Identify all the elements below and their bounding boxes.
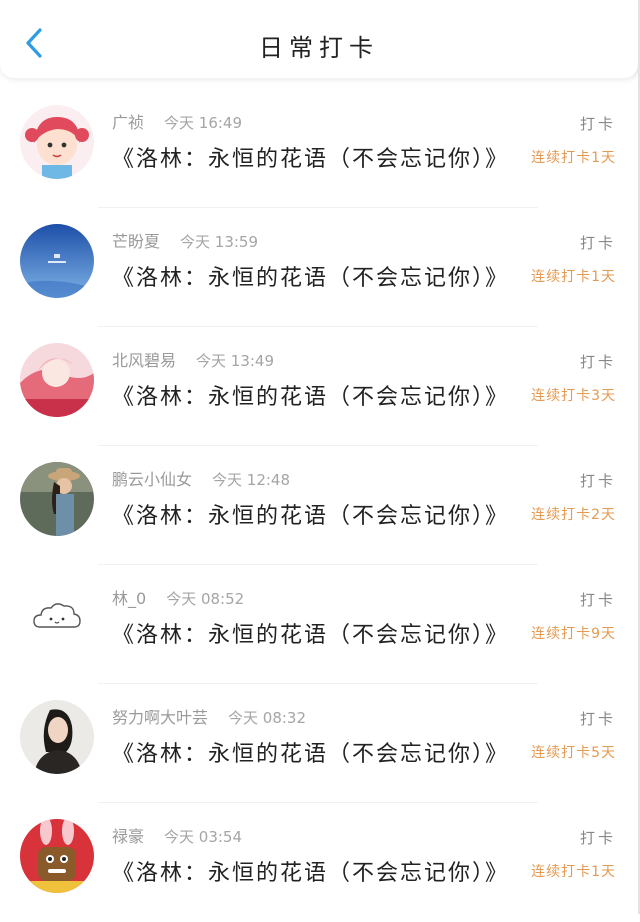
timestamp: 今天 08:52	[166, 590, 245, 608]
list-item[interactable]: 努力啊大叶芸 今天 08:32 《洛林：永恒的花语（不会忘记你）》 打卡 连续打卡…	[0, 684, 640, 803]
page-title: 日常打卡	[259, 34, 379, 62]
timestamp: 今天 08:32	[228, 709, 307, 727]
top-bar: 日常打卡	[0, 0, 640, 78]
username[interactable]: 广祯	[112, 113, 144, 132]
timestamp: 今天 13:49	[196, 352, 275, 370]
streak-label: 连续打卡2天	[531, 507, 616, 523]
timestamp: 今天 13:59	[180, 233, 259, 251]
checkin-label: 打卡	[579, 472, 616, 490]
list-item[interactable]: 禄豪 今天 03:54 《洛林：永恒的花语（不会忘记你）》 打卡 连续打卡1天	[0, 803, 640, 922]
username[interactable]: 芒盼夏	[112, 232, 160, 251]
streak-label: 连续打卡1天	[531, 150, 616, 166]
checkin-label: 打卡	[579, 591, 616, 609]
timestamp: 今天 03:54	[164, 828, 243, 846]
list-item[interactable]: 广祯 今天 16:49 《洛林：永恒的花语（不会忘记你）》 打卡 连续打卡1天	[0, 89, 640, 208]
checkin-label: 打卡	[579, 829, 616, 847]
checkin-label: 打卡	[579, 710, 616, 728]
bunny-cartoon-avatar[interactable]	[20, 819, 94, 893]
woman-portrait-avatar[interactable]	[20, 700, 94, 774]
book-title: 《洛林：永恒的花语（不会忘记你）》	[112, 147, 510, 172]
streak-label: 连续打卡3天	[531, 388, 616, 404]
streak-label: 连续打卡1天	[531, 864, 616, 880]
book-title: 《洛林：永恒的花语（不会忘记你）》	[112, 266, 510, 291]
checkin-list: 广祯 今天 16:49 《洛林：永恒的花语（不会忘记你）》 打卡 连续打卡1天 芒…	[0, 89, 640, 922]
checkin-label: 打卡	[579, 115, 616, 133]
streak-label: 连续打卡1天	[531, 269, 616, 285]
book-title: 《洛林：永恒的花语（不会忘记你）》	[112, 385, 510, 410]
username[interactable]: 禄豪	[112, 827, 144, 846]
checkin-label: 打卡	[579, 234, 616, 252]
book-title: 《洛林：永恒的花语（不会忘记你）》	[112, 742, 510, 767]
checkin-label: 打卡	[579, 353, 616, 371]
streak-label: 连续打卡5天	[531, 745, 616, 761]
list-item[interactable]: 北风碧易 今天 13:49 《洛林：永恒的花语（不会忘记你）》 打卡 连续打卡3天	[0, 327, 640, 446]
list-item[interactable]: 林_0 今天 08:52 《洛林：永恒的花语（不会忘记你）》 打卡 连续打卡9天	[0, 565, 640, 684]
book-title: 《洛林：永恒的花语（不会忘记你）》	[112, 861, 510, 886]
cartoon-girl-avatar[interactable]	[20, 105, 94, 179]
timestamp: 今天 16:49	[164, 114, 243, 132]
book-title: 《洛林：永恒的花语（不会忘记你）》	[112, 623, 510, 648]
list-item[interactable]: 芒盼夏 今天 13:59 《洛林：永恒的花语（不会忘记你）》 打卡 连续打卡1天	[0, 208, 640, 327]
cloud-avatar[interactable]	[20, 581, 94, 655]
girl-hat-avatar[interactable]	[20, 462, 94, 536]
username[interactable]: 北风碧易	[112, 351, 176, 370]
streak-label: 连续打卡9天	[531, 626, 616, 642]
list-item[interactable]: 鹏云小仙女 今天 12:48 《洛林：永恒的花语（不会忘记你）》 打卡 连续打卡2…	[0, 446, 640, 565]
anime-girl-avatar[interactable]	[20, 343, 94, 417]
book-title: 《洛林：永恒的花语（不会忘记你）》	[112, 504, 510, 529]
username[interactable]: 林_0	[112, 589, 146, 608]
timestamp: 今天 12:48	[212, 471, 291, 489]
username[interactable]: 鹏云小仙女	[112, 470, 192, 489]
blue-sky-avatar[interactable]	[20, 224, 94, 298]
username[interactable]: 努力啊大叶芸	[112, 708, 208, 727]
